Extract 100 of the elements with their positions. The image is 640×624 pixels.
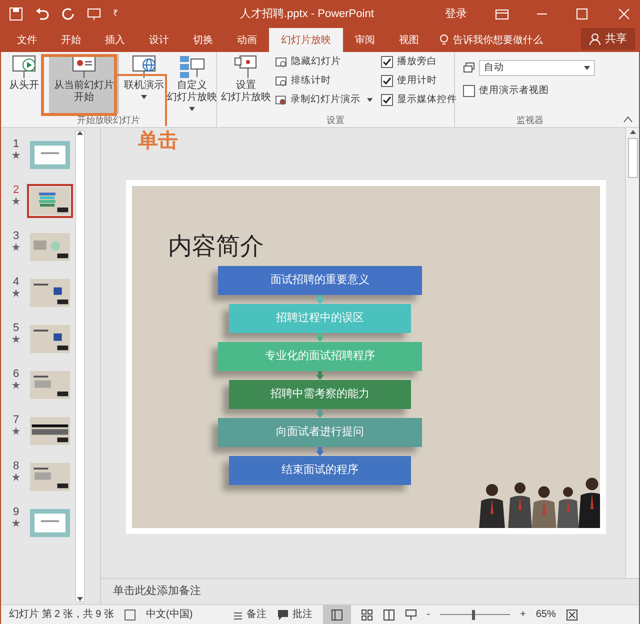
share-button[interactable]: 共享 <box>581 28 635 50</box>
process-step: 向面试者进行提问 <box>218 418 422 447</box>
ribbon-button[interactable]: 隐藏幻灯片 <box>275 54 373 70</box>
slide-number: 2 <box>12 184 20 197</box>
checkbox[interactable] <box>463 85 475 98</box>
ribbon-tab[interactable]: 文件 <box>5 28 49 52</box>
slide-number: 3 <box>12 230 20 243</box>
star-icon <box>12 151 20 159</box>
slide-title: 内容简介 <box>168 232 264 260</box>
checkbox[interactable] <box>381 56 393 68</box>
process-step: 招聘过程中的误区 <box>229 304 411 333</box>
process-step: 面试招聘的重要意义 <box>218 266 422 295</box>
slide-thumbnail[interactable] <box>30 141 70 169</box>
ribbon-tab[interactable]: 插入 <box>93 28 137 52</box>
slide-count: 幻灯片 第 2 张，共 9 张 <box>9 608 114 622</box>
slide-thumbnail[interactable] <box>30 463 70 491</box>
star-icon <box>12 519 20 527</box>
hide-slide-icon <box>275 56 287 68</box>
down-arrow-icon <box>316 447 324 456</box>
ribbon-button[interactable]: 联机演示 <box>121 54 167 114</box>
slide-thumbnail[interactable] <box>30 417 70 445</box>
ribbon-tab[interactable]: 设计 <box>137 28 181 52</box>
down-arrow-icon <box>316 333 324 342</box>
slide-thumbnail[interactable] <box>30 279 70 307</box>
customize-toolbar-button[interactable]: ₹ <box>113 7 118 21</box>
ribbon-tab[interactable]: 开始 <box>49 28 93 52</box>
collapse-ribbon-icon <box>623 115 633 123</box>
process-step: 结束面试的程序 <box>229 456 411 485</box>
timer-icon <box>275 75 287 87</box>
ribbon-tab[interactable]: 审阅 <box>343 28 387 52</box>
notes-lines-icon <box>232 610 243 620</box>
maximize-icon <box>575 7 589 21</box>
star-icon <box>12 381 20 389</box>
checkbox-label: 播放旁白 <box>397 54 437 69</box>
scrollbar[interactable] <box>625 128 639 578</box>
checkbox[interactable] <box>381 75 393 87</box>
star-icon <box>12 335 20 343</box>
normal-view-button[interactable] <box>322 604 351 624</box>
caret-icon <box>189 107 195 111</box>
ribbon-tab[interactable]: 视图 <box>387 28 431 52</box>
ribbon-button[interactable]: 排练计时 <box>275 73 373 89</box>
slide-number: 5 <box>12 322 20 335</box>
scroll-down-icon[interactable] <box>77 597 83 601</box>
spell-check-icon <box>124 608 136 620</box>
star-icon <box>12 289 20 297</box>
slide-thumbnail[interactable] <box>30 509 70 537</box>
scrollbar[interactable] <box>75 130 85 602</box>
slide-thumbnail[interactable] <box>30 187 70 215</box>
slide-number: 8 <box>12 460 20 473</box>
speech-bubble-icon <box>276 609 289 620</box>
ribbon-tab[interactable]: 幻灯片放映 <box>269 28 343 52</box>
down-arrow-icon <box>316 371 324 380</box>
down-arrow-icon <box>316 295 324 304</box>
group-label: 设置 <box>326 114 346 126</box>
grid-view-icon <box>360 608 373 620</box>
checkbox-label: 显示媒体控件 <box>397 92 457 107</box>
slideshow-icon <box>404 608 417 620</box>
scroll-up-icon[interactable] <box>630 130 636 134</box>
star-icon <box>12 243 20 251</box>
slide-number: 4 <box>12 276 20 289</box>
star-icon <box>12 427 20 435</box>
normal-view-icon <box>330 608 343 620</box>
close-icon <box>617 7 631 21</box>
slide-thumbnail[interactable] <box>30 325 70 353</box>
presentation-icon <box>87 7 101 21</box>
slide-number: 6 <box>12 368 20 381</box>
lightbulb-icon <box>439 34 449 46</box>
zoom-out-button[interactable]: - <box>426 607 430 622</box>
group-label: 开始放映幻灯片 <box>76 114 141 126</box>
scroll-thumb[interactable] <box>628 138 638 178</box>
scroll-up-icon[interactable] <box>77 131 83 135</box>
caret-icon <box>367 98 373 102</box>
zoom-in-button[interactable]: + <box>520 607 526 622</box>
slide-number: 7 <box>12 414 20 427</box>
caret-icon <box>141 95 147 99</box>
person-icon <box>589 33 601 45</box>
checkbox-label: 使用计时 <box>397 74 437 88</box>
slide-thumbnail[interactable] <box>30 233 70 261</box>
notes-button[interactable]: 备注 <box>232 607 267 622</box>
ribbon-button[interactable]: 自定义 幻灯片放映 <box>169 54 215 114</box>
window-title: 人才招聘.pptx - PowerPoint <box>240 6 374 22</box>
ribbon-button[interactable]: 录制幻灯片演示 <box>275 92 373 108</box>
process-step: 专业化的面试招聘程序 <box>218 342 422 371</box>
ribbon-button[interactable]: 从头开 <box>1 54 47 114</box>
language-indicator[interactable]: 中文(中国) <box>146 607 193 622</box>
ribbon-tab[interactable]: 动画 <box>225 28 269 52</box>
checkbox[interactable] <box>381 94 393 106</box>
star-icon <box>12 197 20 205</box>
slider-thumb[interactable] <box>472 610 475 620</box>
slide-thumbnail[interactable] <box>30 371 70 399</box>
minimize-icon <box>537 13 547 15</box>
slide-number: 9 <box>12 506 20 519</box>
sign-in-link[interactable]: 登录 <box>445 6 467 22</box>
monitor-dropdown[interactable]: 自动 <box>479 60 595 76</box>
zoom-slider[interactable] <box>440 610 510 620</box>
ribbon-button[interactable]: 设置 幻灯片放映 <box>221 54 271 114</box>
tell-me-field[interactable]: 告诉我你想要做什么 <box>453 32 543 48</box>
zoom-percentage[interactable]: 65% <box>536 607 556 622</box>
comments-button[interactable]: 批注 <box>276 607 313 622</box>
ribbon-tab[interactable]: 切换 <box>181 28 225 52</box>
